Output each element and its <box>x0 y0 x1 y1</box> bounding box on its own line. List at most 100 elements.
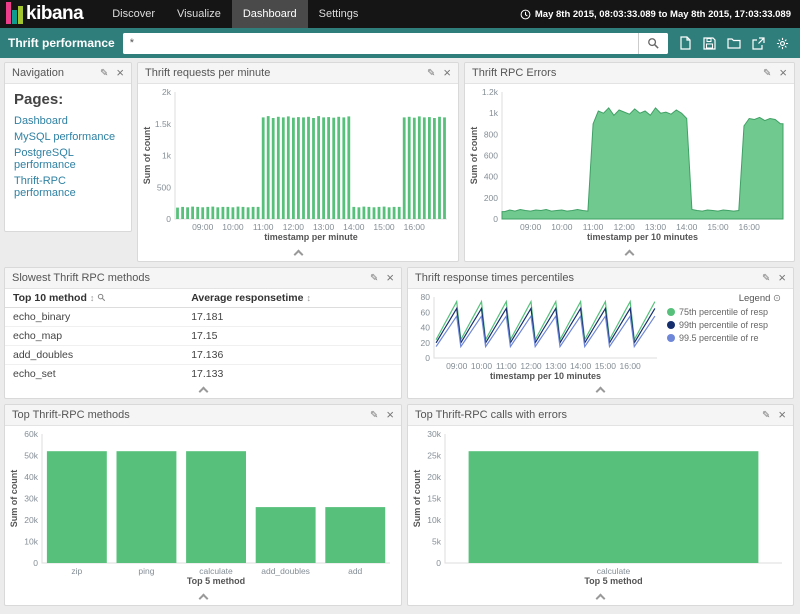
panel-top-errors: Top Thrift-RPC calls with errors ✎× 05k1… <box>407 404 794 606</box>
panel-rpc-errors: Thrift RPC Errors ✎× 02004006008001k1.2k… <box>464 62 795 262</box>
new-dashboard-icon[interactable] <box>679 36 692 50</box>
nav-link-postgresql[interactable]: PostgreSQL performance <box>14 147 122 171</box>
close-panel-icon[interactable]: × <box>386 410 394 420</box>
svg-text:12:00: 12:00 <box>283 222 305 232</box>
svg-text:16:00: 16:00 <box>739 222 761 232</box>
nav-link-mysql[interactable]: MySQL performance <box>14 131 122 143</box>
svg-text:0: 0 <box>425 353 430 363</box>
panel-title: Navigation <box>12 67 64 79</box>
collapse-panel-button[interactable] <box>408 384 793 398</box>
edit-panel-icon[interactable]: ✎ <box>427 68 435 79</box>
pages-heading: Pages: <box>14 91 122 108</box>
svg-text:16:00: 16:00 <box>404 222 426 232</box>
legend-color-dot <box>667 308 675 316</box>
edit-panel-icon[interactable]: ✎ <box>762 273 770 284</box>
collapse-panel-button[interactable] <box>408 591 793 605</box>
top-methods-bar-chart[interactable]: 010k20k30k40k50k60kzippingcalculateadd_d… <box>8 428 398 588</box>
search-button[interactable] <box>638 33 668 54</box>
column-search-icon[interactable] <box>97 293 106 302</box>
panel-header[interactable]: Thrift response times percentiles ✎ × <box>408 268 793 289</box>
legend-title: Legend <box>739 293 771 304</box>
top-navbar: kibana Discover Visualize Dashboard Sett… <box>0 0 800 28</box>
edit-panel-icon[interactable]: ✎ <box>370 410 378 421</box>
svg-text:10:00: 10:00 <box>551 222 573 232</box>
table-row[interactable]: echo_binary17.181 <box>5 308 401 327</box>
legend-color-dot <box>667 334 675 342</box>
navigation-markdown: Pages: Dashboard MySQL performance Postg… <box>5 84 131 231</box>
svg-text:50k: 50k <box>24 451 38 461</box>
svg-text:09:00: 09:00 <box>192 222 214 232</box>
svg-text:11:00: 11:00 <box>583 222 604 232</box>
panel-title: Thrift response times percentiles <box>415 272 574 284</box>
column-header-method[interactable]: Top 10 method↕ <box>5 289 183 308</box>
save-dashboard-icon[interactable] <box>703 37 716 50</box>
svg-text:0: 0 <box>436 558 441 568</box>
nav-tab-visualize[interactable]: Visualize <box>166 0 232 28</box>
requests-per-minute-bar-chart[interactable]: 05001k1.5k2k09:0010:0011:0012:0013:0014:… <box>141 86 455 244</box>
svg-text:60: 60 <box>421 307 431 317</box>
collapse-panel-button[interactable] <box>5 384 401 398</box>
edit-panel-icon[interactable]: ✎ <box>762 410 770 421</box>
panel-header[interactable]: Thrift requests per minute ✎× <box>138 63 458 84</box>
panel-header[interactable]: Top Thrift-RPC methods ✎ × <box>5 405 401 426</box>
svg-text:600: 600 <box>484 151 498 161</box>
panel-header[interactable]: Thrift RPC Errors ✎× <box>465 63 794 84</box>
clock-icon <box>520 9 531 20</box>
svg-text:15:00: 15:00 <box>595 361 617 371</box>
nav-link-thrift-rpc[interactable]: Thrift-RPC performance <box>14 175 122 199</box>
top-errors-bar-chart[interactable]: 05k10k15k20k25k30kcalculateTop 5 methodS… <box>411 428 790 588</box>
close-panel-icon[interactable]: × <box>116 68 124 78</box>
svg-text:40: 40 <box>421 323 431 333</box>
edit-panel-icon[interactable]: ✎ <box>100 68 108 79</box>
rpc-errors-area-chart[interactable]: 02004006008001k1.2k09:0010:0011:0012:001… <box>468 86 791 244</box>
close-panel-icon[interactable]: × <box>778 410 786 420</box>
table-row[interactable]: echo_set17.133 <box>5 365 401 384</box>
svg-text:add: add <box>348 566 362 576</box>
time-range-picker[interactable]: May 8th 2015, 08:03:33.089 to May 8th 20… <box>520 9 800 20</box>
legend-color-dot <box>667 321 675 329</box>
close-panel-icon[interactable]: × <box>443 68 451 78</box>
kibana-logo[interactable]: kibana <box>0 2 93 26</box>
svg-text:ping: ping <box>138 566 154 576</box>
close-panel-icon[interactable]: × <box>386 273 394 283</box>
legend-item[interactable]: 99.5 percentile of re <box>667 333 781 343</box>
edit-panel-icon[interactable]: ✎ <box>370 273 378 284</box>
kibana-logo-stripes-icon <box>6 2 23 24</box>
svg-text:timestamp per minute: timestamp per minute <box>264 232 358 242</box>
load-dashboard-icon[interactable] <box>727 37 741 49</box>
nav-tab-discover[interactable]: Discover <box>101 0 166 28</box>
percentiles-line-chart[interactable]: 02040608009:0010:0011:0012:0013:0014:001… <box>410 291 665 383</box>
panel-header[interactable]: Navigation ✎ × <box>5 63 131 84</box>
panel-navigation: Navigation ✎ × Pages: Dashboard MySQL per… <box>4 62 132 232</box>
nav-tab-settings[interactable]: Settings <box>308 0 370 28</box>
row-3: Top Thrift-RPC methods ✎ × 010k20k30k40k5… <box>4 404 796 606</box>
panel-title: Top Thrift-RPC methods <box>12 409 130 421</box>
close-panel-icon[interactable]: × <box>779 68 787 78</box>
table-row[interactable]: add_doubles17.136 <box>5 346 401 365</box>
share-dashboard-icon[interactable] <box>752 37 765 50</box>
options-gear-icon[interactable] <box>776 37 789 50</box>
legend-item[interactable]: 75th percentile of resp <box>667 307 781 317</box>
svg-text:14:00: 14:00 <box>570 361 592 371</box>
svg-text:12:00: 12:00 <box>520 361 542 371</box>
svg-text:14:00: 14:00 <box>343 222 365 232</box>
column-header-responsetime[interactable]: Average responsetime↕ <box>183 289 401 308</box>
collapse-panel-button[interactable] <box>5 591 401 605</box>
svg-text:0: 0 <box>33 558 38 568</box>
svg-text:10:00: 10:00 <box>222 222 244 232</box>
table-row[interactable]: echo_map17.15 <box>5 327 401 346</box>
edit-panel-icon[interactable]: ✎ <box>763 68 771 79</box>
query-input[interactable] <box>123 33 638 54</box>
collapse-panel-button[interactable] <box>138 247 458 261</box>
chevron-up-icon <box>596 387 606 397</box>
nav-tab-dashboard[interactable]: Dashboard <box>232 0 308 28</box>
legend-item[interactable]: 99th percentile of resp <box>667 320 781 330</box>
legend-toggle-icon[interactable]: ⊙ <box>773 293 781 304</box>
main-nav: Discover Visualize Dashboard Settings <box>101 0 369 28</box>
panel-header[interactable]: Slowest Thrift RPC methods ✎× <box>5 268 401 289</box>
collapse-panel-button[interactable] <box>465 247 794 261</box>
panel-header[interactable]: Top Thrift-RPC calls with errors ✎× <box>408 405 793 426</box>
nav-link-dashboard[interactable]: Dashboard <box>14 115 122 127</box>
panel-top-methods: Top Thrift-RPC methods ✎ × 010k20k30k40k5… <box>4 404 402 606</box>
close-panel-icon[interactable]: × <box>778 273 786 283</box>
